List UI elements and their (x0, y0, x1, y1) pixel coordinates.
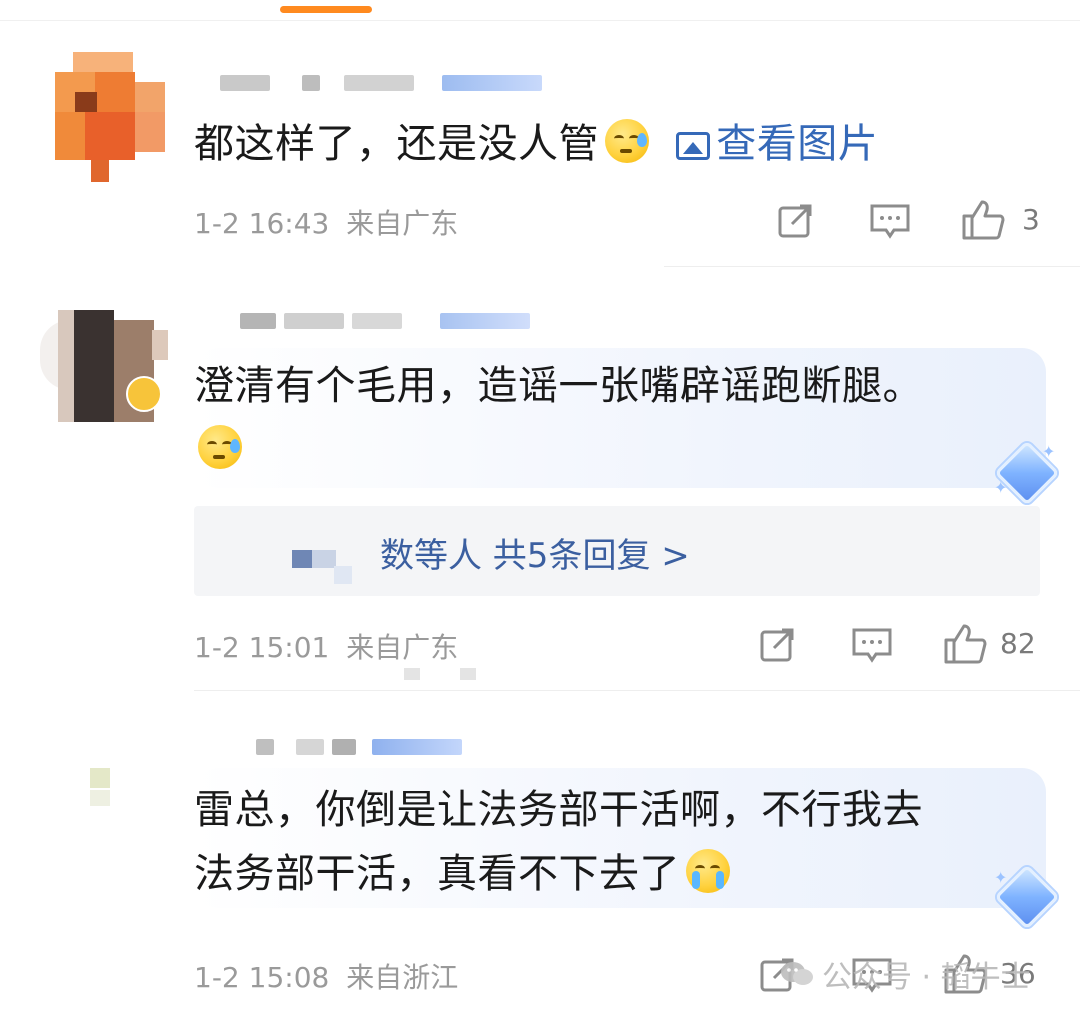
crying-emoji (686, 849, 730, 893)
username-blurred[interactable] (240, 312, 530, 330)
comment-meta: 1-2 15:08 来自浙江 (194, 956, 458, 996)
comment-location: 来自广东 (346, 207, 459, 240)
like-count: 3 (1022, 202, 1040, 236)
top-divider (0, 20, 1080, 21)
sparkle-icon: ✦ (994, 868, 1008, 887)
avatar[interactable] (40, 310, 170, 422)
badge-gem (994, 864, 1060, 930)
view-image-label: 查看图片 (716, 121, 879, 167)
replies-preview[interactable]: 数等人 共5条回复 > (194, 506, 1040, 596)
replies-link[interactable]: 数等人 共5条回复 > (380, 528, 690, 577)
sparkle-icon: ✦ (994, 478, 1008, 497)
comment-text-line2: 法务部干活，真看不下去了 (194, 851, 680, 897)
like-button[interactable]: 82 (942, 620, 1036, 666)
comment-body: 澄清有个毛用，造谣一张嘴辟谣跑断腿。 (194, 354, 1024, 482)
share-button[interactable] (776, 200, 816, 244)
like-icon (944, 624, 987, 664)
wechat-icon (781, 962, 813, 985)
comment-time: 1-2 15:01 (194, 631, 330, 664)
comment-text-line1: 雷总，你倒是让法务部干活啊，不行我去 (194, 787, 923, 833)
comment-time: 1-2 15:08 (194, 961, 330, 994)
blur-fragment (404, 668, 420, 680)
reply-avatar-blurred (292, 550, 312, 568)
tab-indicator (280, 6, 372, 13)
comment-button[interactable] (868, 200, 912, 246)
share-button[interactable] (758, 624, 798, 668)
reply-avatar-blurred (334, 566, 352, 584)
username-blurred[interactable] (256, 738, 462, 756)
share-icon (778, 204, 812, 238)
comment-text: 澄清有个毛用，造谣一张嘴辟谣跑断腿。 (194, 363, 923, 409)
comment-body: 雷总，你倒是让法务部干活啊，不行我去 法务部干活，真看不下去了 (194, 778, 1034, 906)
blur-fragment (460, 668, 476, 680)
username-blurred[interactable] (220, 74, 542, 92)
comment-divider (194, 690, 1080, 691)
comment-icon (852, 628, 892, 663)
sweat-emoji (605, 119, 649, 163)
comment-text: 都这样了，还是没人管 (194, 121, 599, 167)
comment-meta: 1-2 15:01 来自广东 (194, 626, 458, 666)
comment-body: 都这样了，还是没人管 查看图片 (194, 112, 878, 176)
avatar[interactable] (55, 52, 165, 182)
comment-divider (664, 266, 1080, 267)
comment-location: 来自浙江 (346, 961, 459, 994)
comment-icon (870, 204, 910, 239)
watermark: 公众号 · 韬牛士 (780, 952, 1031, 996)
like-icon (962, 200, 1005, 240)
avatar[interactable] (90, 768, 114, 808)
reply-avatar-blurred (312, 550, 336, 568)
sweat-emoji (198, 425, 242, 469)
like-button[interactable]: 3 (960, 196, 1040, 242)
comment-time: 1-2 16:43 (194, 207, 330, 240)
image-icon (676, 132, 711, 160)
comment-meta: 1-2 16:43 来自广东 (194, 202, 458, 242)
watermark-text: 公众号 · 韬牛士 (822, 960, 1031, 995)
like-count: 82 (1000, 626, 1036, 660)
view-image-link[interactable]: 查看图片 (676, 121, 878, 167)
comment-button[interactable] (850, 624, 894, 670)
comment-location: 来自广东 (346, 631, 459, 664)
sparkle-icon: ✦ (1042, 442, 1056, 461)
share-icon (760, 628, 794, 662)
